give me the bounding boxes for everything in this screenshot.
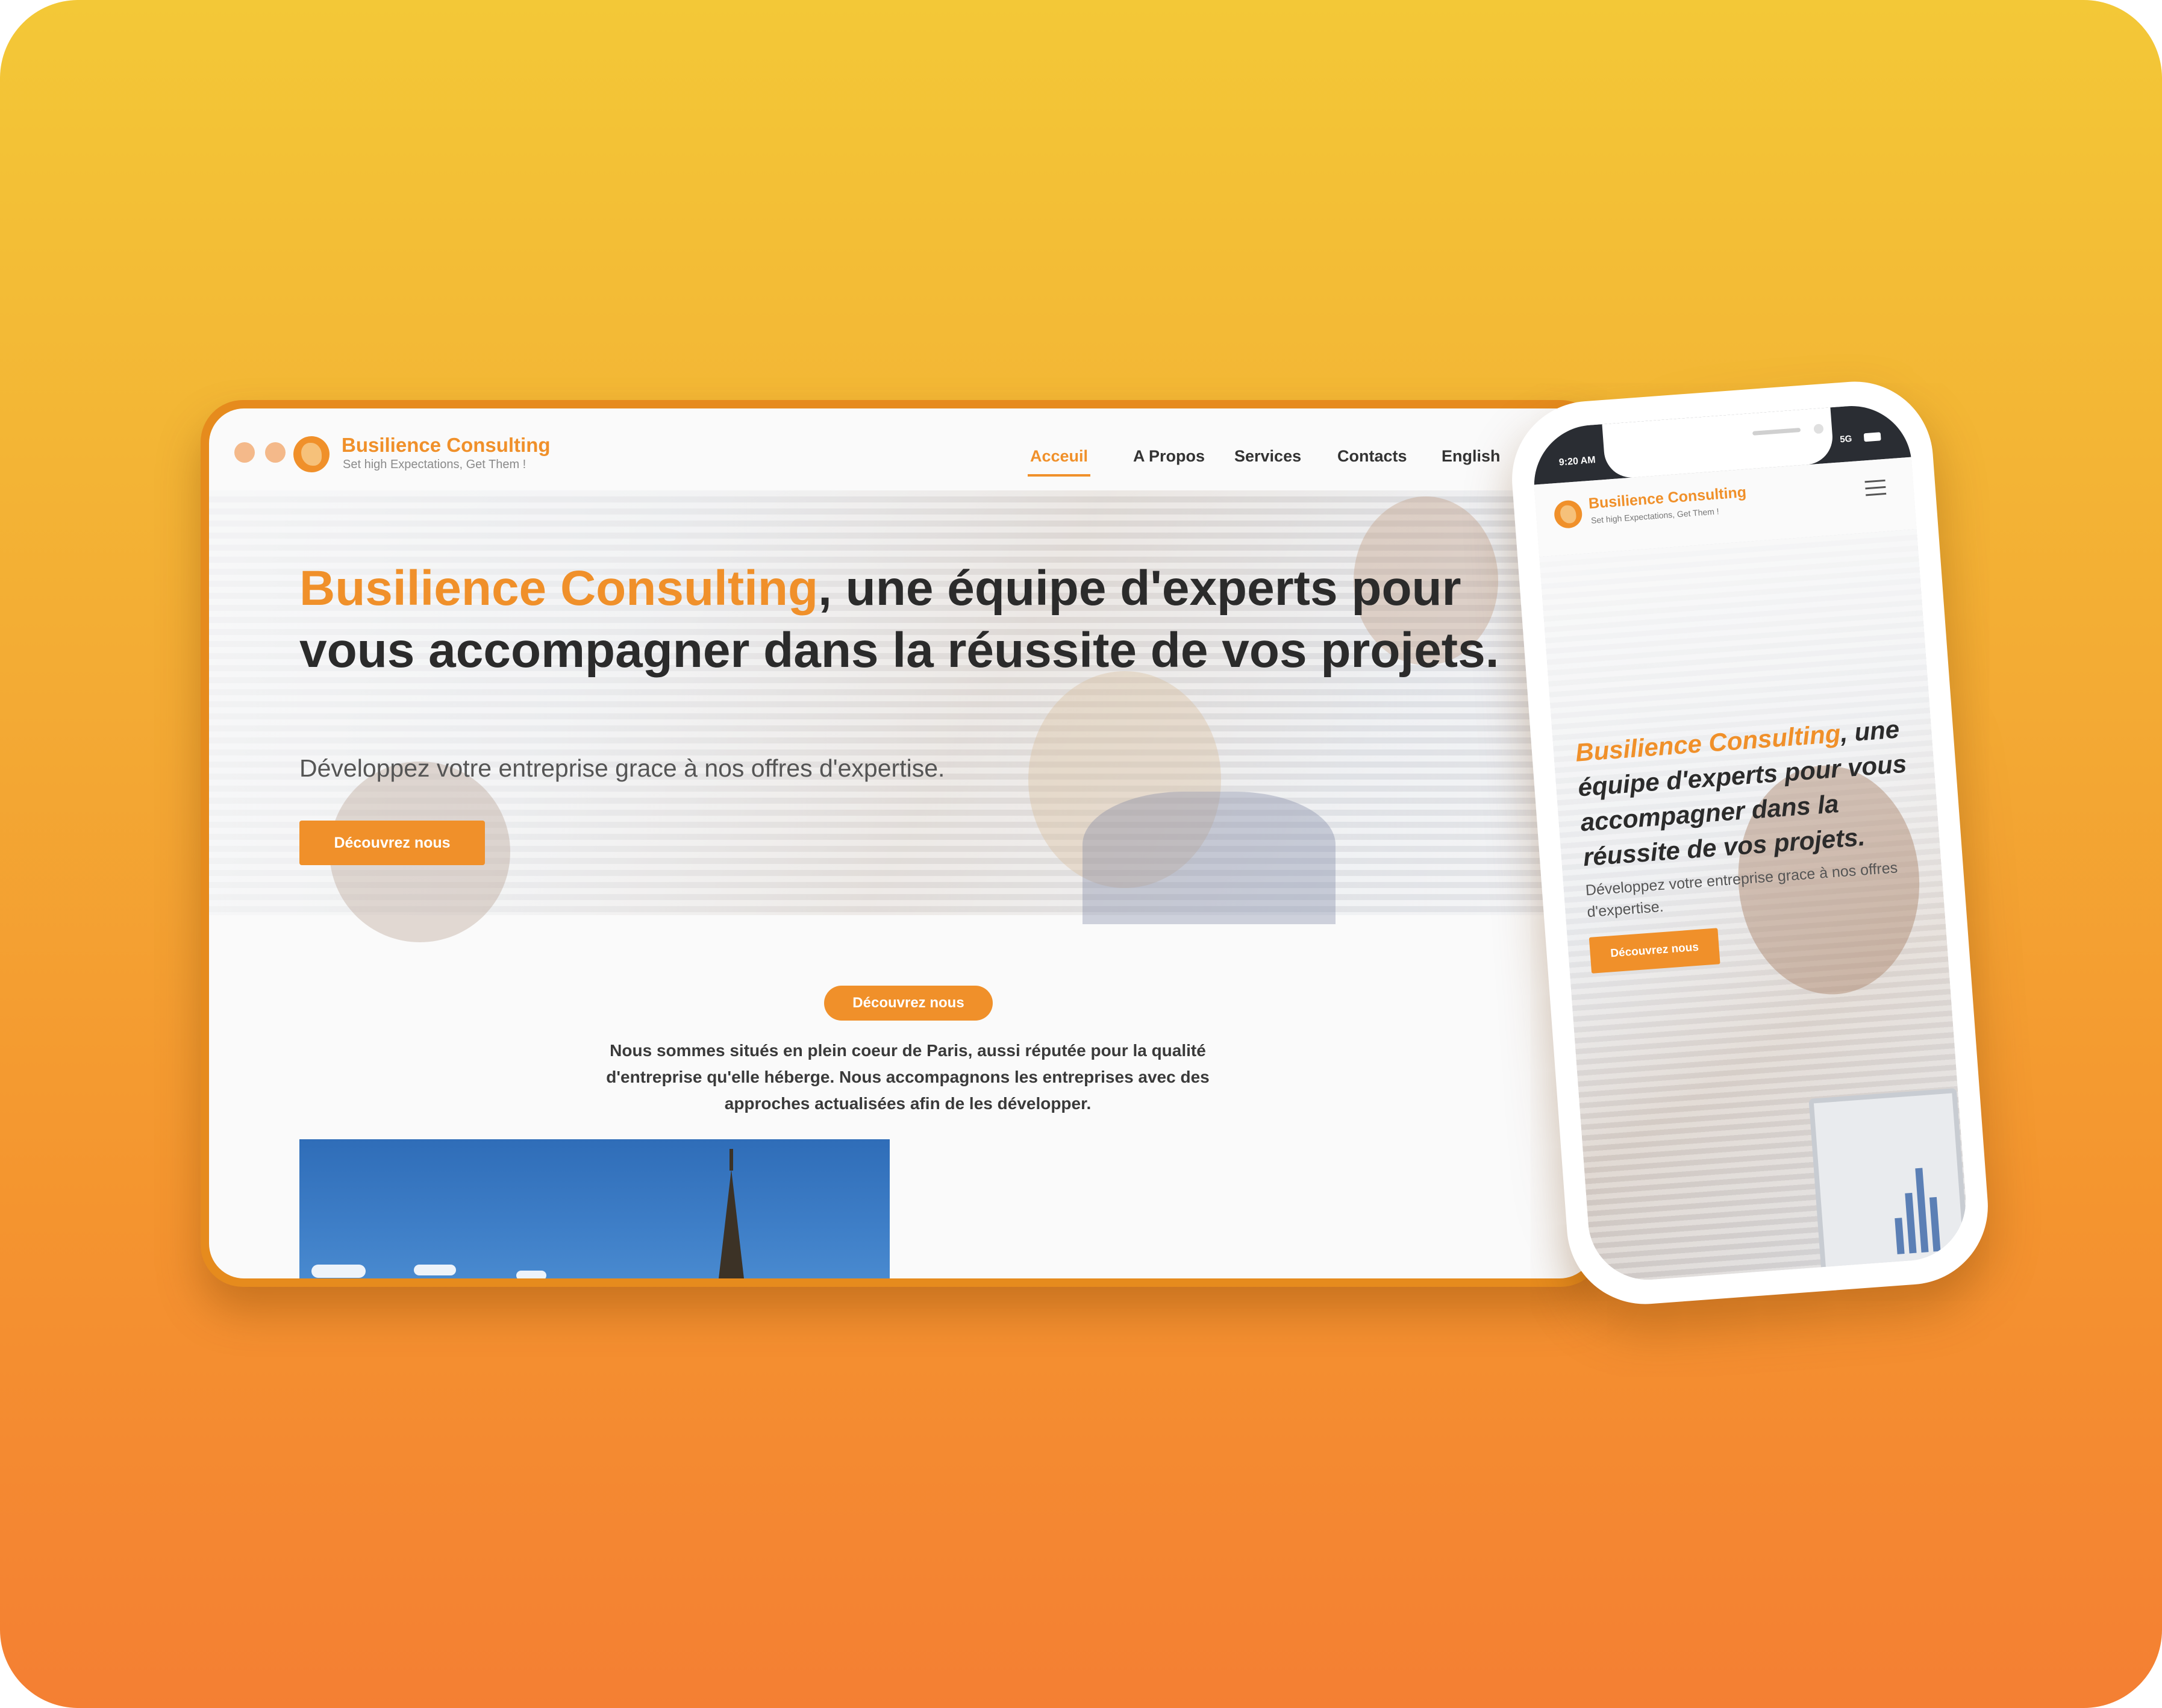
- discover-pill-button[interactable]: Découvrez nous: [824, 986, 993, 1021]
- discover-button[interactable]: Découvrez nous: [299, 821, 485, 865]
- hero-photo-detail: [1083, 792, 1336, 924]
- hero-subtitle: Développez votre entreprise grace à nos …: [299, 754, 945, 782]
- brand-tagline: Set high Expectations, Get Them !: [343, 458, 526, 471]
- window-dot-icon: [265, 442, 286, 463]
- laptop-chart-bar: [1929, 1197, 1941, 1252]
- signal-5g-icon: 5G: [1839, 433, 1852, 445]
- eiffel-tower-tip: [730, 1149, 733, 1171]
- phone-hero-headline: Busilience Consulting, une équipe d'expe…: [1574, 711, 1920, 875]
- photo-cloud: [311, 1265, 366, 1278]
- phone-brand-name[interactable]: Busilience Consulting: [1588, 484, 1747, 513]
- globe-logo-icon[interactable]: [293, 436, 330, 472]
- hero-headline: Busilience Consulting, une équipe d'expe…: [299, 557, 1564, 681]
- globe-logo-icon[interactable]: [1553, 499, 1583, 530]
- photo-cloud: [516, 1271, 546, 1278]
- battery-icon: [1863, 432, 1881, 442]
- laptop-chart-bar: [1915, 1168, 1929, 1253]
- laptop-chart-bar: [1905, 1192, 1917, 1254]
- camera-icon: [1813, 424, 1824, 434]
- nav-item-a-propos[interactable]: A Propos: [1133, 447, 1205, 466]
- desktop-browser-mockup: Busilience Consulting Set high Expectati…: [201, 400, 1603, 1287]
- phone-screen: 9:20 AM 5G Busilience Consulting Set hig…: [1529, 401, 1970, 1284]
- laptop-chart-image: [1808, 1087, 1970, 1284]
- nav-item-services[interactable]: Services: [1234, 447, 1301, 466]
- status-time: 9:20 AM: [1558, 455, 1596, 468]
- showcase-background: Busilience Consulting Set high Expectati…: [0, 0, 2162, 1708]
- nav-item-contacts[interactable]: Contacts: [1337, 447, 1407, 466]
- eiffel-tower-icon: [718, 1169, 745, 1278]
- nav-item-english[interactable]: English: [1442, 447, 1501, 466]
- desktop-screen: Busilience Consulting Set high Expectati…: [209, 408, 1595, 1278]
- hamburger-menu-icon[interactable]: [1864, 479, 1887, 496]
- brand-name[interactable]: Busilience Consulting: [342, 434, 551, 457]
- nav-item-acceuil[interactable]: Acceuil: [1027, 447, 1091, 477]
- window-dot-icon: [234, 442, 255, 463]
- photo-cloud: [414, 1265, 456, 1275]
- hero-headline-brand: Busilience Consulting: [299, 561, 819, 616]
- phone-mockup: 9:20 AM 5G Busilience Consulting Set hig…: [1506, 376, 1994, 1310]
- laptop-chart-bar: [1895, 1218, 1905, 1254]
- about-paragraph: Nous sommes situés en plein coeur de Par…: [606, 1041, 1210, 1113]
- speaker-icon: [1752, 428, 1801, 436]
- phone-body: 9:20 AM 5G Busilience Consulting Set hig…: [1506, 376, 1994, 1310]
- eiffel-tower-photo: [299, 1139, 890, 1278]
